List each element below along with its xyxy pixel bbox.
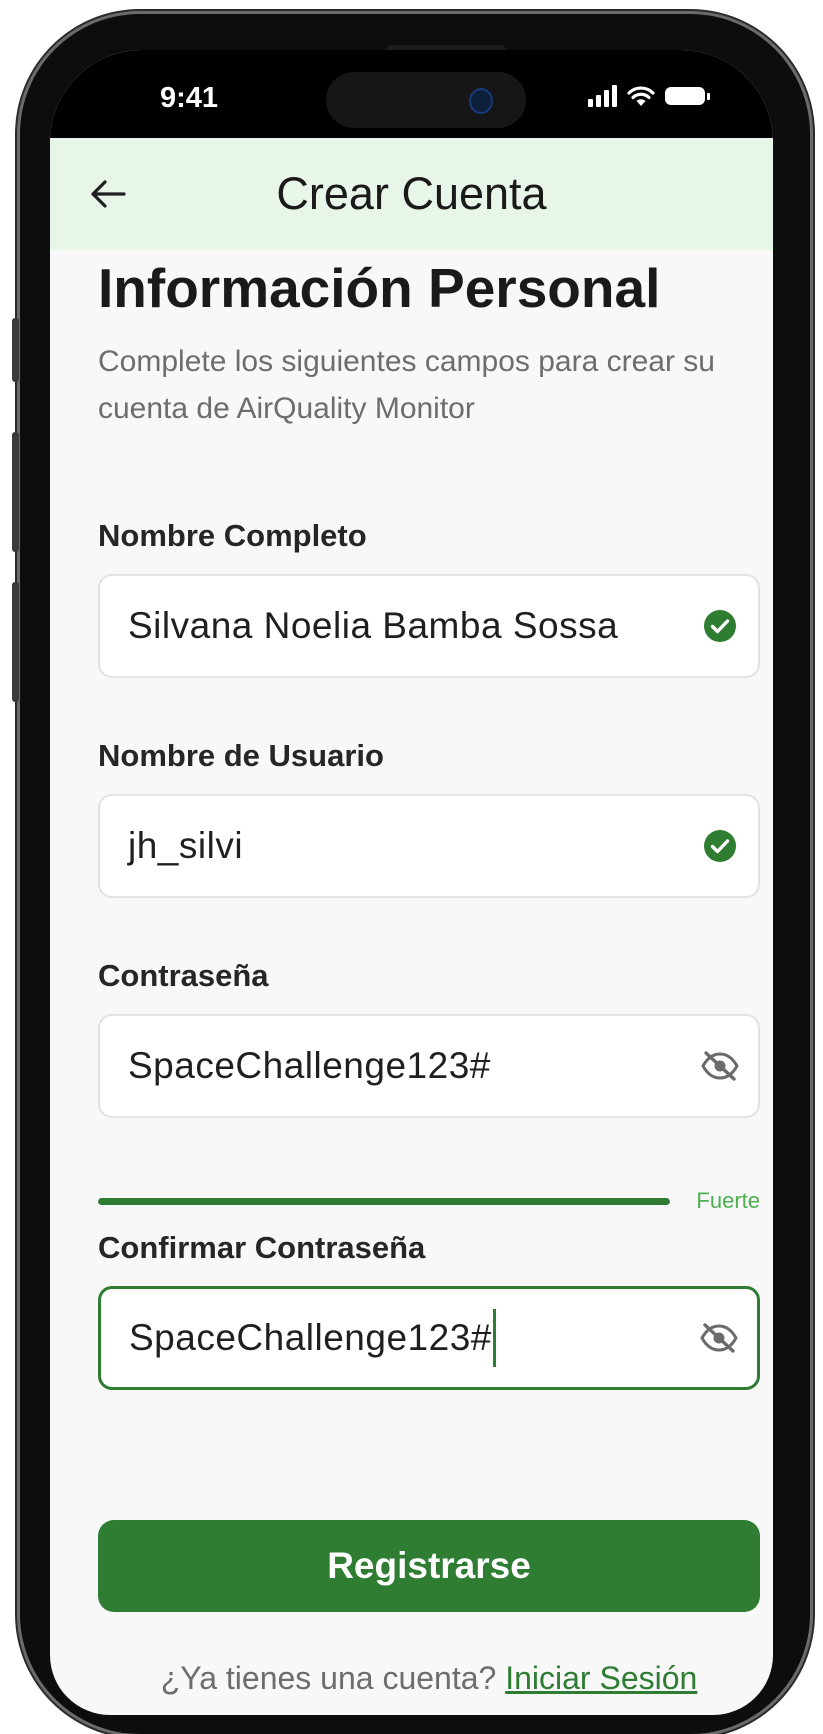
visibility-toggle-button[interactable] [699,1318,739,1358]
visibility-toggle-button[interactable] [700,1046,740,1086]
status-time: 9:41 [160,82,219,114]
phone-screen: 9:41 Crear Cuenta Información Personal C… [50,50,773,1715]
password-value: SpaceChallenge123# [128,1045,491,1086]
mute-switch [12,318,19,382]
eye-off-icon [701,1051,739,1081]
back-button[interactable] [80,166,136,222]
confirm-password-label: Confirmar Contraseña [98,1230,426,1265]
form-subtitle: Complete los siguientes campos para crea… [98,345,715,425]
eye-off-icon [700,1323,738,1353]
login-prompt-text: ¿Ya tienes una cuenta? [160,1660,497,1696]
confirm-password-input[interactable]: SpaceChallenge123# [98,1286,760,1390]
text-caret [492,1309,496,1367]
check-circle-icon [700,606,740,646]
section-title: Información Personal [98,257,661,319]
arrow-left-icon [91,180,126,208]
wifi-icon [627,86,655,106]
battery-icon [665,87,710,105]
login-link[interactable]: Iniciar Sesión [505,1660,697,1696]
volume-up-button [12,432,19,552]
dynamic-island [326,72,526,128]
status-bar: 9:41 [50,50,773,138]
check-circle-icon [700,826,740,866]
camera-icon [469,88,493,114]
app-title: Crear Cuenta [276,168,547,219]
password-strength-label: Fuerte [696,1188,760,1213]
register-button[interactable]: Registrarse [98,1520,760,1612]
app-bar: Crear Cuenta [50,138,773,250]
signal-icon [588,85,617,107]
full-name-label: Nombre Completo [98,518,367,553]
username-label: Nombre de Usuario [98,738,384,773]
full-name-value: Silvana Noelia Bamba Sossa [128,605,619,646]
password-strength-fill [98,1198,670,1205]
password-label: Contraseña [98,958,269,993]
password-input[interactable]: SpaceChallenge123# [98,1014,760,1118]
full-name-input[interactable]: Silvana Noelia Bamba Sossa [98,574,760,678]
username-input[interactable]: jh_silvi [98,794,760,898]
volume-down-button [12,582,19,702]
password-strength-bar [98,1198,670,1205]
username-value: jh_silvi [128,825,244,866]
login-prompt: ¿Ya tienes una cuenta? Iniciar Sesión [98,1660,760,1697]
status-icons [588,84,710,108]
confirm-password-value: SpaceChallenge123# [129,1289,496,1387]
